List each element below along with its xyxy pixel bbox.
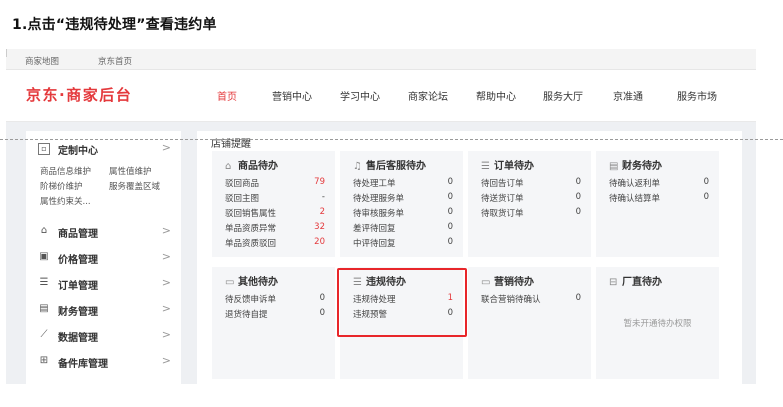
card-title: 财务待办 (622, 161, 662, 172)
chevron-right-icon[interactable]: > (162, 354, 171, 367)
bag-icon: ⌂ (225, 161, 232, 172)
card-product-todo: ⌂ 商品待办 驳回商品 79 驳回主图 - 驳回销售属性 2 单品资质异常 32 单品资质… (212, 151, 335, 257)
card-aftersale-todo: ♫ 售后客服待办 待处理工单 0 待处理服务单 0 待审核服务单 0 差评待回复 0 中评… (340, 151, 463, 257)
nav-home[interactable]: 首页 (217, 88, 237, 103)
card-order-todo: ☰ 订单待办 待回告订单 0 待送货订单 0 待取货订单 0 (468, 151, 591, 257)
card-finance-todo: ▤ 财务待办 待确认返利单 0 待确认结算单 0 (596, 151, 719, 257)
order-icon: ☰ (39, 277, 49, 288)
price-icon: ▣ (39, 251, 49, 262)
nav-service-market[interactable]: 服务市场 (677, 88, 717, 103)
nav-learning-center[interactable]: 学习中心 (340, 88, 380, 103)
factory-icon: ⊟ (609, 277, 618, 288)
sidebar-sub-item[interactable]: 阶梯价维护 (40, 180, 83, 192)
shop-reminders-panel: 店铺提醒 ⌂ 商品待办 驳回商品 79 驳回主图 - 驳回销售属性 2 单品资质异常 32… (197, 131, 742, 384)
chevron-right-icon[interactable]: > (162, 250, 171, 263)
nav-help-center[interactable]: 帮助中心 (476, 88, 516, 103)
chevron-right-icon[interactable]: > (162, 328, 171, 341)
jd-home-link[interactable]: 京东首页 (98, 55, 132, 67)
topbar-divider (6, 49, 7, 57)
panel-title: 店铺提醒 (211, 139, 251, 150)
nav-marketing-center[interactable]: 营销中心 (272, 88, 312, 103)
sidebar: ▫ 定制中心 > 商品信息维护 属性值维护 阶梯价维护 服务覆盖区域 属性约束关… (26, 131, 181, 384)
finance-icon: ▤ (609, 161, 619, 172)
card-title: 其他待办 (238, 277, 278, 288)
marketing-icon: ▭ (481, 277, 491, 288)
customize-icon: ▫ (38, 143, 50, 155)
warehouse-icon: ⊞ (39, 355, 49, 366)
merchant-map-link[interactable]: 商家地图 (25, 55, 59, 67)
nav-jingzhuntong[interactable]: 京准通 (613, 88, 643, 103)
sidebar-sub-item[interactable]: 服务覆盖区域 (109, 180, 160, 192)
card-other-todo: ▭ 其他待办 待反馈申诉单 0 退货待自提 0 (212, 267, 335, 379)
headset-icon: ♫ (353, 161, 362, 172)
folder-icon: ▭ (225, 277, 235, 288)
sidebar-item-finance[interactable]: 财务管理 (58, 303, 98, 318)
chevron-right-icon[interactable]: > (162, 302, 171, 315)
card-title: 售后客服待办 (366, 161, 426, 172)
nav-service-hall[interactable]: 服务大厅 (543, 88, 583, 103)
top-bar: 商家地图 京东首页 (6, 49, 756, 70)
sidebar-item-order[interactable]: 订单管理 (58, 277, 98, 292)
sidebar-sub-item[interactable]: 商品信息维护 (40, 165, 91, 177)
sidebar-sub-item[interactable]: 属性值维护 (109, 165, 152, 177)
nav-merchant-forum[interactable]: 商家论坛 (408, 88, 448, 103)
jd-merchant-logo[interactable]: 京东·商家后台 (26, 84, 132, 105)
highlight-box (337, 268, 467, 337)
sidebar-item-product[interactable]: 商品管理 (58, 225, 98, 240)
chevron-right-icon[interactable]: > (162, 224, 171, 237)
finance-icon: ▤ (39, 303, 49, 314)
chevron-right-icon[interactable]: > (162, 276, 171, 289)
sidebar-item-spare-parts[interactable]: 备件库管理 (58, 355, 108, 370)
dashed-guide-line (0, 139, 783, 140)
no-permission-text: 暂未开通待办权限 (623, 319, 692, 329)
sidebar-item-custom-center[interactable]: 定制中心 (58, 142, 98, 157)
instruction-caption: 1.点击“违规待处理”查看违约单 (12, 17, 217, 33)
chevron-right-icon[interactable]: > (162, 141, 171, 154)
sidebar-sub-item[interactable]: 属性约束关... (40, 195, 91, 207)
card-marketing-todo: ▭ 营销待办 联合营销待确认 0 (468, 267, 591, 379)
sidebar-item-data[interactable]: 数据管理 (58, 329, 98, 344)
bag-icon: ⌂ (40, 225, 48, 236)
header: 京东·商家后台 首页 营销中心 学习中心 商家论坛 帮助中心 服务大厅 京准通 … (6, 70, 756, 122)
card-title: 营销待办 (494, 277, 534, 288)
card-title: 厂直待办 (622, 277, 662, 288)
chart-icon: ⟋ (40, 329, 48, 340)
card-title: 商品待办 (238, 161, 278, 172)
sidebar-item-price[interactable]: 价格管理 (58, 251, 98, 266)
card-title: 订单待办 (494, 161, 534, 172)
card-factory-todo: ⊟ 厂直待办 暂未开通待办权限 (596, 267, 719, 379)
order-icon: ☰ (481, 161, 490, 172)
